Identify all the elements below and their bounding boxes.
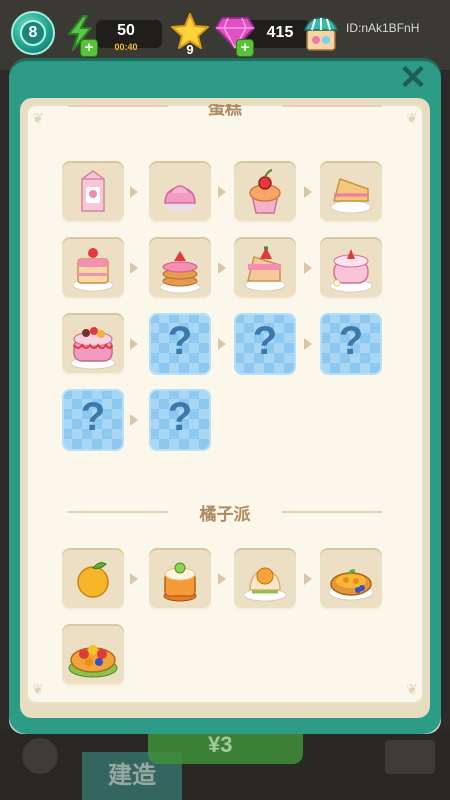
locked-item-tile[interactable]: ? (320, 313, 382, 375)
section-header-orange-pie: 橘子派 (26, 500, 424, 524)
question-mark-icon: ? (167, 319, 193, 363)
item-tile[interactable] (62, 624, 124, 686)
star-value: 9 (186, 42, 194, 57)
cherry-layer-cake-slice-icon (72, 248, 114, 292)
leaderboard-icon (385, 740, 435, 774)
collection-list[interactable]: ❦ ❦ ❦ ❦ 蛋糕 ? ? ? ? ? 橘子派 (26, 104, 424, 704)
strawberry-cake-slice-icon (244, 246, 286, 292)
question-mark-icon: ? (80, 395, 106, 439)
arrow-icon (304, 573, 312, 585)
fruit-birthday-cake-icon (70, 327, 116, 370)
item-tile[interactable] (62, 548, 124, 610)
item-tile[interactable] (149, 548, 211, 610)
item-tile[interactable] (320, 237, 382, 299)
item-tile[interactable] (320, 548, 382, 610)
pink-cream-swirl-icon (164, 185, 196, 211)
arrow-icon (304, 186, 312, 198)
trophy-icon (22, 738, 58, 774)
milk-carton-icon (81, 170, 105, 212)
arrow-icon (304, 338, 312, 350)
item-tile[interactable] (234, 161, 296, 223)
section-title: 橘子派 (199, 505, 251, 524)
item-tile[interactable] (149, 161, 211, 223)
arrow-icon (218, 338, 226, 350)
item-tile[interactable] (62, 161, 124, 223)
section-title: 蛋糕 (208, 104, 242, 118)
fruit-tart-icon (68, 645, 118, 678)
orange-fruit-icon (77, 562, 109, 598)
arrow-icon (130, 414, 138, 426)
strawberry-round-cake-icon (329, 249, 373, 293)
arrow-icon (218, 262, 226, 274)
arrow-icon (130, 262, 138, 274)
add-gems-button[interactable]: + (236, 39, 254, 57)
add-energy-button[interactable]: + (80, 39, 98, 57)
locked-item-tile[interactable]: ? (149, 313, 211, 375)
orange-cream-dessert-icon (243, 567, 287, 602)
corner-ornament-icon: ❦ (406, 681, 418, 697)
item-tile[interactable] (62, 237, 124, 299)
item-tile[interactable] (149, 237, 211, 299)
locked-item-tile[interactable]: ? (62, 389, 124, 451)
arrow-icon (218, 573, 226, 585)
arrow-icon (130, 573, 138, 585)
orange-tart-icon (328, 569, 374, 601)
strawberry-pancakes-icon (159, 251, 201, 294)
locked-item-tile[interactable]: ? (149, 389, 211, 451)
level-value: 8 (20, 20, 46, 46)
level-badge[interactable]: 8 (11, 11, 55, 55)
section-header-cake: 蛋糕 (26, 104, 424, 118)
item-tile[interactable] (320, 161, 382, 223)
shop-icon[interactable] (303, 14, 339, 52)
question-mark-icon: ? (167, 395, 193, 439)
gem-value: 415 (266, 24, 294, 41)
locked-item-tile[interactable]: ? (234, 313, 296, 375)
player-id: ID:nAk1BFnH (346, 21, 420, 35)
close-button[interactable]: ✕ (397, 61, 429, 95)
item-tile[interactable] (62, 313, 124, 375)
energy-value: 50 (117, 22, 135, 39)
arrow-icon (130, 338, 138, 350)
arrow-icon (304, 262, 312, 274)
arrow-icon (130, 186, 138, 198)
arrow-icon (218, 186, 226, 198)
energy-timer: 00:40 (114, 42, 138, 52)
item-tile[interactable] (234, 548, 296, 610)
buy-price: ¥3 (208, 732, 233, 757)
question-mark-icon: ? (252, 319, 278, 363)
cake-slice-icon (330, 178, 372, 214)
cherry-cupcake-icon (249, 169, 281, 214)
orange-pudding-icon (163, 562, 197, 602)
question-mark-icon: ? (338, 319, 364, 363)
corner-ornament-icon: ❦ (32, 681, 44, 697)
item-tile[interactable] (234, 237, 296, 299)
